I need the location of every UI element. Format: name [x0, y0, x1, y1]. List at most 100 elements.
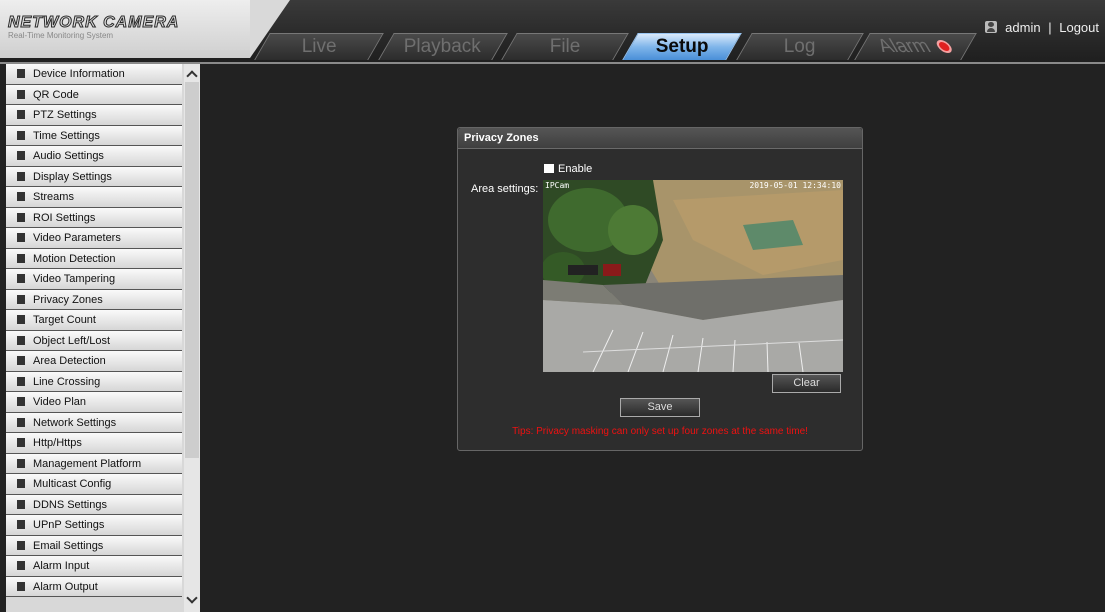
settings-menu: Device Information QR Code PTZ Settings Tim…: [6, 64, 182, 597]
sidebar-item-http-https[interactable]: Http/Https: [6, 433, 182, 454]
document-icon: [17, 458, 25, 468]
area-settings-label: Area settings:: [471, 183, 539, 195]
save-button[interactable]: Save: [620, 398, 700, 417]
sidebar-item-label: Management Platform: [33, 457, 142, 470]
scroll-up-icon[interactable]: [186, 70, 198, 82]
sidebar-item-video-tampering[interactable]: Video Tampering: [6, 269, 182, 290]
sidebar-item-line-crossing[interactable]: Line Crossing: [6, 371, 182, 392]
document-icon: [17, 581, 25, 591]
enable-label: Enable: [558, 163, 593, 175]
sidebar-item-label: Network Settings: [33, 416, 117, 429]
scroll-thumb[interactable]: [185, 82, 199, 458]
sidebar-item-label: Http/Https: [33, 437, 82, 449]
sidebar-item-network-settings[interactable]: Network Settings: [6, 412, 182, 433]
sidebar-item-alarm-output[interactable]: Alarm Output: [6, 576, 182, 597]
enable-row[interactable]: Enable: [544, 163, 592, 175]
sidebar-item-qr-code[interactable]: QR Code: [6, 84, 182, 105]
username: admin: [1005, 20, 1041, 35]
camera-scene: [543, 180, 843, 372]
sidebar-item-label: Area Detection: [33, 355, 106, 367]
tab-setup[interactable]: Setup: [622, 33, 742, 60]
sidebar-item-label: Video Tampering: [33, 273, 116, 285]
privacy-zones-panel: Privacy Zones Enable Area settings: IPCa…: [457, 127, 863, 451]
document-icon: [17, 233, 25, 242]
scroll-down-icon[interactable]: [186, 592, 198, 604]
tab-live-label: Live: [301, 36, 337, 57]
sidebar-item-target-count[interactable]: Target Count: [6, 310, 182, 331]
document-icon: [17, 294, 25, 304]
sidebar-scrollbar[interactable]: [184, 64, 200, 612]
tab-file-label: File: [549, 36, 581, 57]
document-icon: [17, 356, 25, 365]
sidebar-item-upnp-settings[interactable]: UPnP Settings: [6, 515, 182, 536]
sidebar-item-label: Streams: [33, 191, 74, 203]
osd-timestamp: 2019-05-01 12:34:10: [749, 181, 841, 190]
sidebar-item-management-platform[interactable]: Management Platform: [6, 453, 182, 474]
sidebar-item-label: Audio Settings: [33, 150, 104, 162]
sidebar-item-streams[interactable]: Streams: [6, 187, 182, 208]
sidebar-item-audio-settings[interactable]: Audio Settings: [6, 146, 182, 167]
enable-checkbox[interactable]: [544, 164, 554, 173]
alarm-indicator-icon: [933, 40, 955, 54]
sidebar-item-label: Line Crossing: [33, 375, 101, 388]
sidebar-item-label: Time Settings: [33, 129, 100, 142]
sidebar-item-device-information[interactable]: Device Information: [6, 64, 182, 85]
document-icon: [17, 540, 25, 550]
sidebar-item-label: Email Settings: [33, 539, 104, 552]
sidebar-item-label: Motion Detection: [33, 252, 116, 265]
document-icon: [17, 376, 25, 386]
document-icon: [17, 253, 25, 263]
sidebar: Device Information QR Code PTZ Settings Tim…: [6, 64, 200, 612]
document-icon: [17, 417, 25, 427]
sidebar-item-display-settings[interactable]: Display Settings: [6, 166, 182, 187]
clear-button[interactable]: Clear: [772, 374, 841, 393]
sidebar-item-label: Multicast Config: [33, 478, 112, 490]
sidebar-item-roi-settings[interactable]: ROI Settings: [6, 207, 182, 228]
brand-logo: NETWORK CAMERA: [7, 14, 180, 32]
tab-setup-label: Setup: [655, 36, 709, 57]
tab-log-label: Log: [783, 36, 816, 57]
document-icon: [17, 274, 25, 283]
sidebar-item-object-left-lost[interactable]: Object Left/Lost: [6, 330, 182, 351]
top-header: NETWORK CAMERA Real-Time Monitoring Syst…: [0, 0, 1105, 64]
sidebar-item-ptz-settings[interactable]: PTZ Settings: [6, 105, 182, 126]
document-icon: [17, 499, 25, 509]
sidebar-item-ddns-settings[interactable]: DDNS Settings: [6, 494, 182, 515]
sidebar-item-privacy-zones[interactable]: Privacy Zones: [6, 289, 182, 310]
document-icon: [17, 110, 25, 119]
sidebar-item-alarm-input[interactable]: Alarm Input: [6, 556, 182, 577]
document-icon: [17, 335, 25, 345]
panel-title: Privacy Zones: [458, 128, 862, 149]
sidebar-item-label: Video Parameters: [33, 232, 121, 244]
tab-alarm[interactable]: Alarm: [854, 33, 977, 60]
sidebar-item-video-plan[interactable]: Video Plan: [6, 392, 182, 413]
document-icon: [17, 192, 25, 201]
tips-text: Tips: Privacy masking can only set up fo…: [512, 426, 808, 437]
sidebar-item-label: QR Code: [33, 88, 79, 101]
sidebar-item-label: Alarm Input: [33, 560, 90, 572]
sidebar-item-label: ROI Settings: [33, 211, 96, 224]
tab-alarm-text: Alarm: [873, 36, 936, 57]
sidebar-item-email-settings[interactable]: Email Settings: [6, 535, 182, 556]
tab-playback-label: Playback: [404, 36, 482, 57]
video-preview[interactable]: IPCam 2019-05-01 12:34:10: [543, 180, 843, 372]
sidebar-item-multicast-config[interactable]: Multicast Config: [6, 474, 182, 495]
separator: |: [1048, 20, 1052, 35]
document-icon: [17, 89, 25, 99]
sidebar-item-video-parameters[interactable]: Video Parameters: [6, 228, 182, 249]
document-icon: [17, 438, 25, 447]
sidebar-item-label: Target Count: [33, 314, 96, 326]
sidebar-item-area-detection[interactable]: Area Detection: [6, 351, 182, 372]
document-icon: [17, 151, 25, 160]
sidebar-item-time-settings[interactable]: Time Settings: [6, 125, 182, 146]
tab-log[interactable]: Log: [736, 33, 864, 60]
sidebar-item-label: DDNS Settings: [33, 498, 107, 511]
sidebar-item-motion-detection[interactable]: Motion Detection: [6, 248, 182, 269]
brand-tagline: Real-Time Monitoring System: [8, 31, 114, 40]
user-icon: [985, 21, 998, 33]
document-icon: [17, 397, 25, 406]
tab-playback[interactable]: Playback: [378, 33, 508, 60]
logout-link[interactable]: Logout: [1059, 20, 1099, 35]
tab-live[interactable]: Live: [254, 33, 384, 60]
tab-file[interactable]: File: [501, 33, 629, 60]
